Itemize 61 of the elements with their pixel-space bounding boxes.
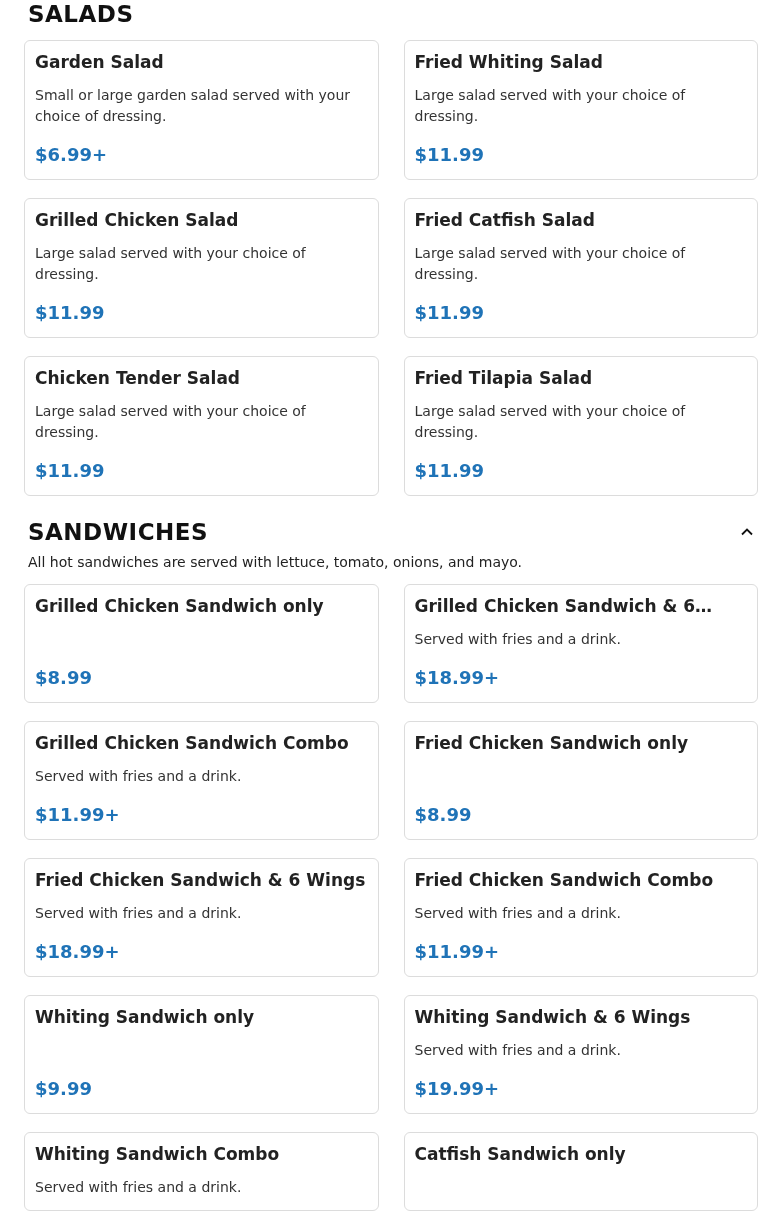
item-name: Grilled Chicken Sandwich only bbox=[35, 595, 325, 617]
section-heading: SANDWICHES bbox=[28, 518, 209, 546]
item-name: Fried Chicken Sandwich Combo bbox=[414, 869, 715, 891]
item-name: Grilled Chicken Salad bbox=[35, 209, 240, 231]
item-description: Small or large garden salad served with your choice of dressing. bbox=[35, 86, 352, 126]
menu-item-card[interactable]: Grilled Chicken Salad Large salad served with your choice of dressing. $11.99 bbox=[24, 198, 379, 338]
item-price: $9.99 bbox=[35, 1077, 93, 1101]
item-name: Fried Catfish Salad bbox=[414, 209, 596, 231]
menu-item-card[interactable]: Whiting Sandwich only $9.99 bbox=[24, 995, 379, 1114]
menu-item-card[interactable]: Chicken Tender Salad Large salad served with your choice of dressing. $11.99 bbox=[24, 356, 379, 496]
menu-item-card[interactable]: Fried Catfish Salad Large salad served with your choice of dressing. $11.99 bbox=[403, 198, 758, 338]
item-price: $11.99 bbox=[414, 301, 485, 325]
item-price: $11.99+ bbox=[414, 940, 501, 964]
item-name: Fried Chicken Sandwich & 6 Wings bbox=[35, 869, 367, 891]
item-price: $8.99 bbox=[414, 803, 473, 827]
item-description: Served with fries and a drink. bbox=[35, 904, 243, 923]
item-name: Grilled Chicken Sandwich Combo bbox=[35, 732, 350, 754]
menu-item-card[interactable]: Fried Chicken Sandwich & 6 Wings Served with fries and a drink. $18.99+ bbox=[24, 858, 379, 977]
item-name: Fried Chicken Sandwich only bbox=[414, 732, 690, 754]
menu-item-card[interactable]: Whiting Sandwich & 6 Wings Served with fries and a drink. $19.99+ bbox=[403, 995, 758, 1114]
menu-item-card[interactable]: Grilled Chicken Sandwich only $8.99 bbox=[24, 584, 379, 703]
item-price: $11.99 bbox=[35, 459, 106, 483]
item-price: $18.99+ bbox=[35, 940, 121, 964]
item-name: Catfish Sandwich only bbox=[414, 1143, 627, 1165]
item-description: Served with fries and a drink. bbox=[35, 1178, 243, 1197]
item-description: Served with fries and a drink. bbox=[414, 630, 622, 649]
menu-item-card[interactable]: Whiting Sandwich Combo Served with fries and a drink. bbox=[24, 1132, 379, 1211]
item-name: Garden Salad bbox=[35, 51, 165, 73]
item-price: $6.99+ bbox=[35, 143, 109, 167]
section-note: All hot sandwiches are served with lettuce, tomato, onions, and mayo. bbox=[27, 553, 524, 572]
menu-item-card[interactable]: Grilled Chicken Sandwich & 6… Served with fries and a drink. $18.99+ bbox=[403, 584, 758, 703]
item-price: $11.99 bbox=[414, 143, 485, 167]
item-description: Served with fries and a drink. bbox=[414, 1041, 622, 1060]
item-name: Grilled Chicken Sandwich & 6… bbox=[414, 595, 713, 617]
item-name: Whiting Sandwich Combo bbox=[35, 1143, 281, 1165]
menu-item-card[interactable]: Garden Salad Small or large garden salad served with your choice of dressing. $6.99+ bbox=[24, 40, 379, 180]
item-name: Whiting Sandwich only bbox=[35, 1006, 256, 1028]
menu-item-card[interactable]: Fried Whiting Salad Large salad served with your choice of dressing. $11.99 bbox=[403, 40, 758, 180]
item-name: Fried Tilapia Salad bbox=[414, 367, 594, 389]
menu-item-card[interactable]: Fried Chicken Sandwich only $8.99 bbox=[403, 721, 758, 840]
item-name: Chicken Tender Salad bbox=[35, 367, 242, 389]
menu-item-card[interactable]: Catfish Sandwich only bbox=[403, 1132, 758, 1211]
item-description: Large salad served with your choice of dressing. bbox=[35, 244, 307, 284]
section-heading: SALADS bbox=[28, 0, 134, 28]
item-description: Large salad served with your choice of dressing. bbox=[35, 402, 307, 442]
menu-item-card[interactable]: Fried Chicken Sandwich Combo Served with fries and a drink. $11.99+ bbox=[403, 858, 758, 977]
item-name: Whiting Sandwich & 6 Wings bbox=[414, 1006, 692, 1028]
item-price: $18.99+ bbox=[414, 666, 501, 690]
menu-item-card[interactable]: Grilled Chicken Sandwich Combo Served with fries and a drink. $11.99+ bbox=[24, 721, 379, 840]
item-price: $19.99+ bbox=[414, 1077, 501, 1101]
item-price: $11.99 bbox=[414, 459, 485, 483]
item-description: Served with fries and a drink. bbox=[35, 767, 243, 786]
item-description: Large salad served with your choice of dressing. bbox=[414, 402, 687, 442]
item-description: Large salad served with your choice of dressing. bbox=[414, 86, 687, 126]
menu-item-card[interactable]: Fried Tilapia Salad Large salad served with your choice of dressing. $11.99 bbox=[403, 356, 758, 496]
item-price: $11.99 bbox=[35, 301, 106, 325]
item-description: Served with fries and a drink. bbox=[414, 904, 622, 923]
item-price: $8.99 bbox=[35, 666, 93, 690]
item-price: $11.99+ bbox=[35, 803, 121, 827]
item-description: Large salad served with your choice of dressing. bbox=[414, 244, 687, 284]
item-name: Fried Whiting Salad bbox=[414, 51, 604, 73]
